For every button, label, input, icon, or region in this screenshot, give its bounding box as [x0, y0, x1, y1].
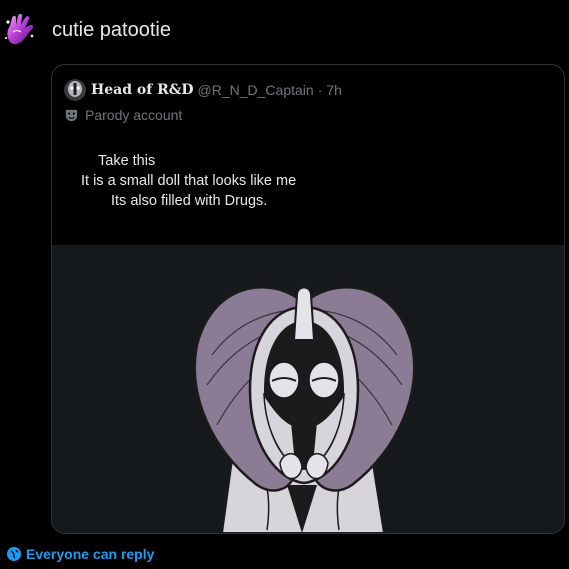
quote-avatar[interactable]	[64, 79, 86, 101]
quote-line-3: Its also filled with Drugs.	[111, 193, 268, 209]
reply-permission-label[interactable]: Everyone can reply	[26, 546, 154, 562]
quote-line-2: It is a small doll that looks like me	[81, 173, 297, 189]
reply-permission-row[interactable]: Everyone can reply	[7, 545, 154, 563]
separator-dot: ·	[317, 82, 323, 98]
post-page: cutie patootie Head of R&D @R_N_D_Captai…	[0, 0, 569, 569]
theater-mask-icon	[65, 109, 78, 121]
purple-hand-emoji-icon[interactable]	[2, 12, 38, 50]
globe-icon	[7, 547, 21, 561]
quoted-post-card[interactable]: Head of R&D @R_N_D_Captain · 7h Parody a…	[51, 64, 565, 534]
post-text: cutie patootie	[52, 19, 171, 41]
quote-handle[interactable]: @R_N_D_Captain	[198, 82, 314, 98]
quote-header: Head of R&D @R_N_D_Captain · 7h	[64, 79, 342, 101]
quote-line-1: Take this	[98, 153, 156, 169]
quote-body-text: Take this It is a small doll that looks …	[52, 151, 352, 211]
parody-label: Parody account	[85, 107, 183, 123]
parody-badge: Parody account	[64, 105, 182, 125]
masked-figure-illustration	[52, 245, 564, 533]
quote-timestamp[interactable]: 7h	[326, 82, 342, 98]
quote-display-name[interactable]: Head of R&D	[91, 82, 194, 98]
quote-media-image[interactable]	[52, 245, 564, 533]
